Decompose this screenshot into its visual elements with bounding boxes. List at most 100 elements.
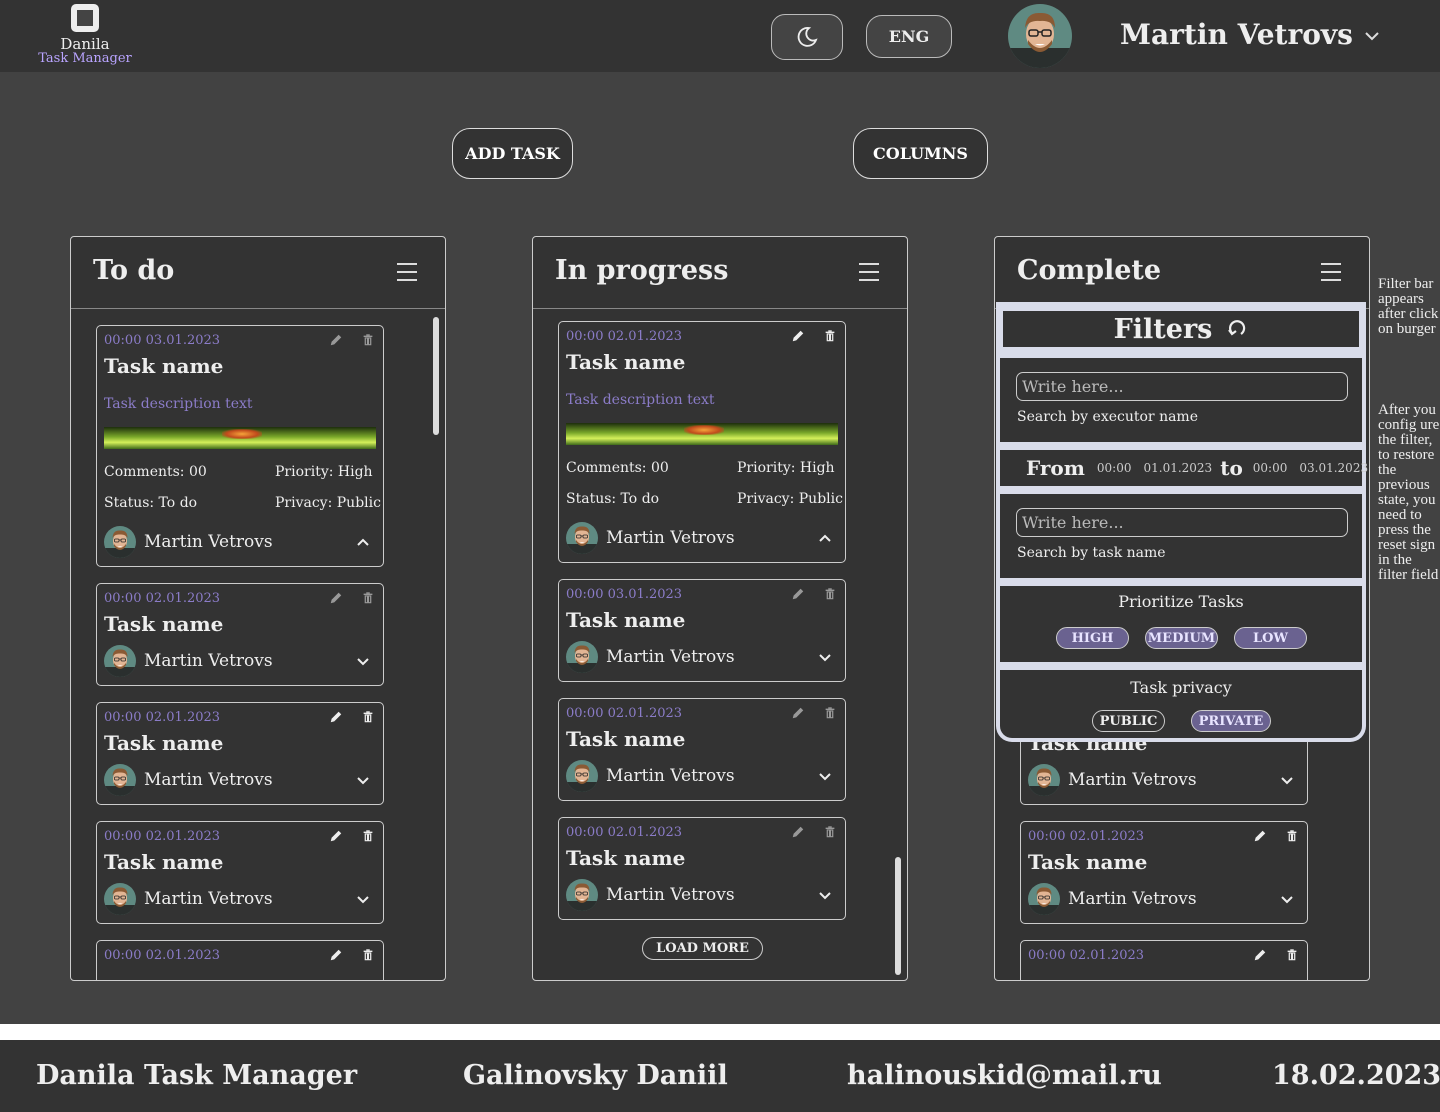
task-date: 00:00 03.01.2023 [104, 333, 221, 348]
task-title: Task name [566, 727, 686, 751]
pencil-icon[interactable] [329, 591, 343, 605]
reset-icon[interactable] [1226, 318, 1248, 340]
task-search-input[interactable] [1016, 508, 1348, 537]
pencil-icon[interactable] [329, 948, 343, 962]
pencil-icon[interactable] [1253, 948, 1267, 962]
task-card[interactable]: 00:00 02.01.2023 Task name Martin Vetrov… [96, 583, 384, 686]
task-privacy: Privacy: Public [275, 495, 381, 511]
task-card[interactable]: 00:00 02.01.2023 Task name Martin Vetrov… [1020, 821, 1308, 924]
task-card[interactable]: 00:00 03.01.2023 Task name Martin Vetrov… [558, 579, 846, 682]
task-card[interactable]: 00:00 02.01.2023 Task name Martin Vetrov… [96, 702, 384, 805]
task-card[interactable]: 00:00 03.01.2023 Task name Task descript… [96, 325, 384, 567]
trash-icon[interactable] [361, 829, 375, 843]
pencil-icon[interactable] [791, 825, 805, 839]
column-header: To do [71, 237, 445, 309]
task-card[interactable]: 00:00 02.01.2023 [96, 940, 384, 980]
task-card[interactable]: 00:00 02.01.2023 [1020, 940, 1308, 980]
priority-high-chip[interactable]: HIGH [1056, 627, 1129, 649]
task-card[interactable]: 00:00 02.01.2023 Task name Martin Vetrov… [558, 817, 846, 920]
assignee-name: Martin Vetrovs [606, 647, 735, 667]
to-date[interactable]: 03.01.2023 [1299, 461, 1368, 475]
trash-icon[interactable] [1285, 948, 1299, 962]
pencil-icon[interactable] [791, 706, 805, 720]
from-time[interactable]: 00:00 [1097, 461, 1132, 475]
columns-button[interactable]: COLUMNS [853, 128, 988, 179]
executor-filter: Search by executor name [1000, 358, 1362, 442]
task-card[interactable]: 00:00 02.01.2023 Task name Martin Vetrov… [96, 821, 384, 924]
scrollbar[interactable] [895, 857, 901, 975]
task-assignee: Martin Vetrovs [566, 641, 735, 673]
user-name[interactable]: Martin Vetrovs [1120, 18, 1353, 51]
task-card[interactable]: 00:00 02.01.2023 Task name Task descript… [558, 321, 846, 563]
trash-icon[interactable] [823, 329, 837, 343]
scrollbar[interactable] [433, 317, 439, 435]
assignee-name: Martin Vetrovs [1068, 770, 1197, 790]
trash-icon[interactable] [361, 591, 375, 605]
to-time[interactable]: 00:00 [1253, 461, 1288, 475]
chevron-up-icon[interactable] [355, 534, 371, 550]
chevron-down-icon[interactable] [817, 887, 833, 903]
logo-icon [71, 4, 99, 32]
burger-menu-icon[interactable] [397, 263, 417, 283]
theme-toggle-button[interactable] [771, 14, 843, 60]
trash-icon[interactable] [361, 710, 375, 724]
add-task-button[interactable]: ADD TASK [452, 128, 573, 179]
privacy-private-chip[interactable]: PRIVATE [1191, 710, 1271, 732]
priority-medium-chip[interactable]: MEDIUM [1145, 627, 1218, 649]
priority-low-chip[interactable]: LOW [1234, 627, 1307, 649]
trash-icon[interactable] [361, 948, 375, 962]
chevron-down-icon[interactable] [817, 649, 833, 665]
logo-title: Danila [60, 35, 110, 53]
pencil-icon[interactable] [329, 333, 343, 347]
assignee-name: Martin Vetrovs [1068, 889, 1197, 909]
task-description: Task description text [104, 396, 253, 412]
trash-icon[interactable] [823, 587, 837, 601]
privacy-title: Task privacy [1130, 678, 1232, 697]
pencil-icon[interactable] [791, 329, 805, 343]
pencil-icon[interactable] [1253, 829, 1267, 843]
task-title: Task name [104, 612, 224, 636]
trash-icon[interactable] [1285, 829, 1299, 843]
chevron-down-icon[interactable] [1279, 772, 1295, 788]
chevron-down-icon[interactable] [355, 772, 371, 788]
chevron-down-icon[interactable] [1279, 891, 1295, 907]
chevron-down-icon[interactable] [1362, 26, 1382, 46]
annotation-note: After you config ure the filter, to rest… [1378, 402, 1440, 583]
task-priority: Priority: High [275, 464, 373, 480]
from-date[interactable]: 01.01.2023 [1143, 461, 1212, 475]
trash-icon[interactable] [823, 825, 837, 839]
task-privacy: Privacy: Public [737, 491, 843, 507]
task-name-filter: Search by task name [1000, 494, 1362, 578]
pencil-icon[interactable] [329, 829, 343, 843]
task-date: 00:00 02.01.2023 [566, 825, 683, 840]
language-button[interactable]: ENG [866, 15, 952, 58]
trash-icon[interactable] [361, 333, 375, 347]
avatar [1028, 883, 1060, 915]
chevron-down-icon[interactable] [355, 891, 371, 907]
task-card[interactable]: 00:00 02.01.2023 Task name Martin Vetrov… [558, 698, 846, 801]
column-title: In progress [555, 255, 729, 286]
burger-menu-icon[interactable] [859, 263, 879, 283]
app-logo[interactable]: Danila Task Manager [30, 4, 140, 66]
trash-icon[interactable] [823, 706, 837, 720]
task-comments: Comments: 00 [566, 460, 669, 476]
task-assignee: Martin Vetrovs [566, 522, 735, 554]
task-date: 00:00 02.01.2023 [566, 329, 683, 344]
executor-search-input[interactable] [1016, 372, 1348, 401]
avatar [104, 645, 136, 677]
chevron-down-icon[interactable] [817, 768, 833, 784]
burger-menu-icon[interactable] [1321, 263, 1341, 283]
footer-email[interactable]: halinouskid@mail.ru [847, 1060, 1162, 1091]
task-assignee: Martin Vetrovs [1028, 883, 1197, 915]
load-more-button[interactable]: LOAD MORE [642, 937, 763, 960]
avatar[interactable] [1008, 4, 1072, 68]
avatar [1028, 764, 1060, 796]
pencil-icon[interactable] [329, 710, 343, 724]
privacy-public-chip[interactable]: PUBLIC [1092, 710, 1165, 732]
task-date: 00:00 02.01.2023 [104, 591, 221, 606]
pencil-icon[interactable] [791, 587, 805, 601]
to-label: to [1220, 456, 1243, 480]
chevron-down-icon[interactable] [355, 653, 371, 669]
chevron-up-icon[interactable] [817, 530, 833, 546]
task-date: 00:00 02.01.2023 [104, 829, 221, 844]
